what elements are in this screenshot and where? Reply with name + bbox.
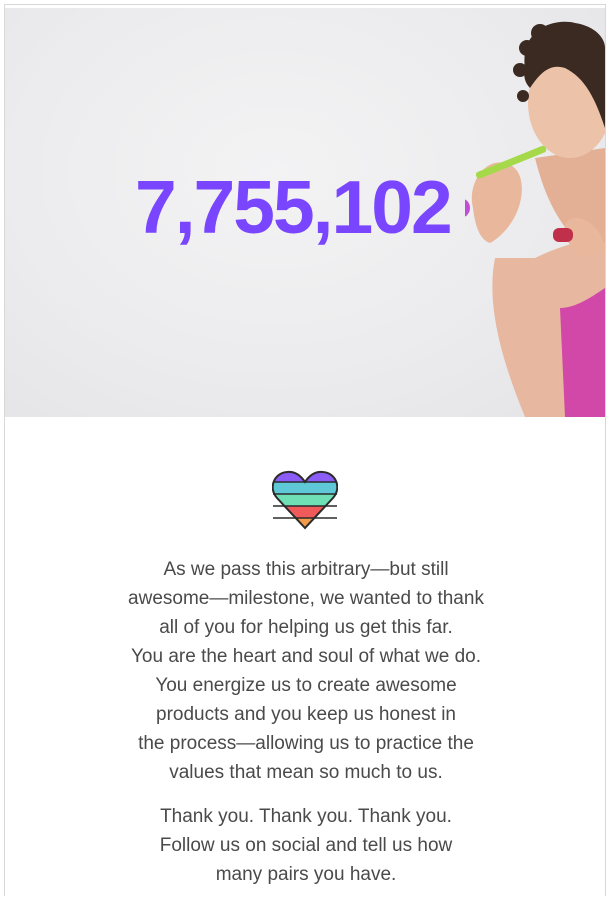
message-line: As we pass this arbitrary—but still <box>163 559 449 580</box>
hero-image: 7,755,102 <box>5 8 605 417</box>
callout-line: Thank you. Thank you. Thank you. <box>160 806 452 827</box>
rainbow-heart-icon <box>271 470 339 530</box>
message-line: the process—allowing us to practice the <box>138 733 474 754</box>
message-line: You energize us to create awesome <box>155 675 457 696</box>
message-line: all of you for helping us get this far. <box>159 617 453 638</box>
person-with-party-blower-illustration <box>465 21 605 417</box>
message-line: awesome—milestone, we wanted to thank <box>128 588 484 609</box>
callout-line: Follow us on social and tell us how <box>159 835 453 856</box>
social-callout: Thank you. Thank you. Thank you. Follow … <box>60 802 552 889</box>
message-line: values that mean so much to us. <box>169 762 443 783</box>
message-line: You are the heart and soul of what we do… <box>131 646 481 667</box>
message-line: products and you keep us honest in <box>156 704 456 725</box>
thank-you-message: As we pass this arbitrary—but still awes… <box>60 555 552 787</box>
milestone-counter: 7,755,102 <box>135 165 453 249</box>
callout-line: many pairs you have. <box>215 864 397 885</box>
